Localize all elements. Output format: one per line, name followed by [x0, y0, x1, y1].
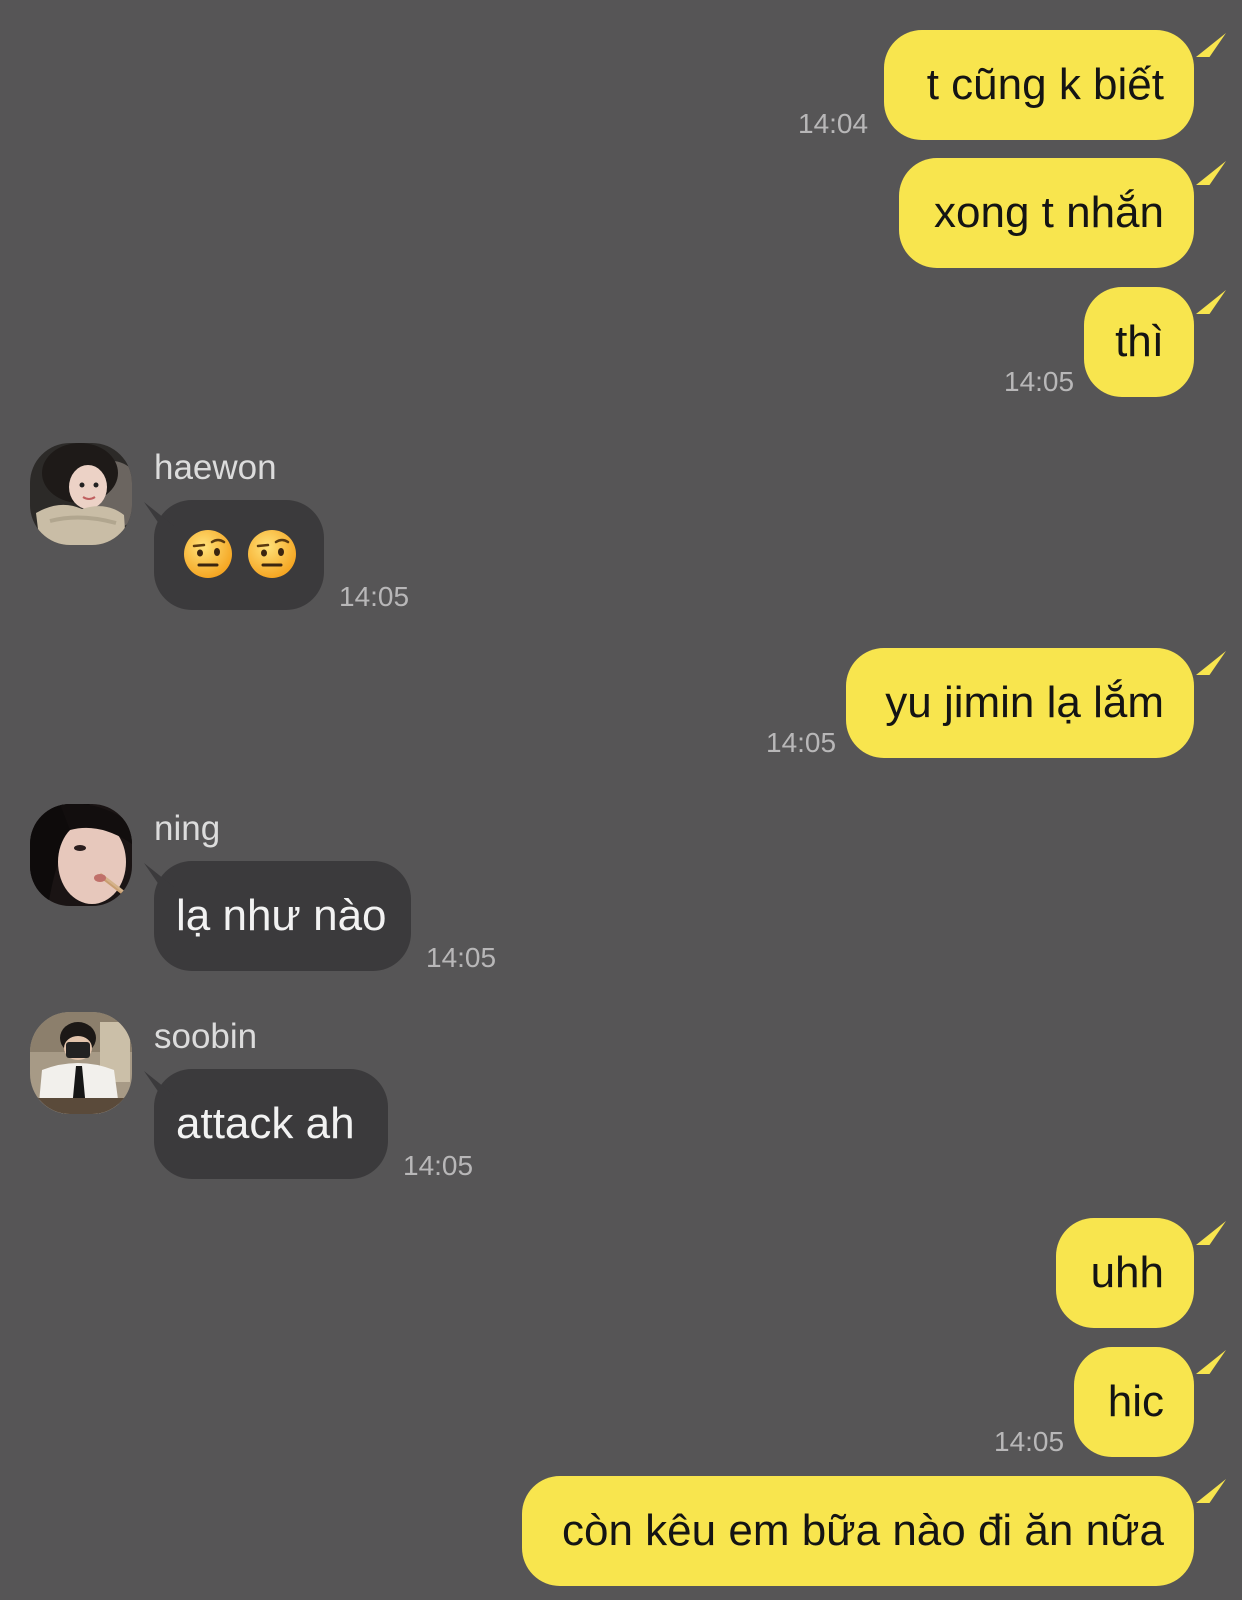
bubble-tail	[1196, 651, 1226, 675]
avatar-ning[interactable]	[30, 804, 132, 906]
message-timestamp: 14:05	[994, 1426, 1065, 1457]
bubble-tail	[1196, 33, 1226, 57]
message-text: attack ah	[176, 1099, 355, 1148]
message-text: thì	[1115, 317, 1164, 366]
message-text: hic	[1107, 1377, 1164, 1426]
message-text: t cũng k biết	[926, 60, 1164, 109]
bubble-tail	[1196, 290, 1226, 314]
face-with-raised-eyebrow-icon	[248, 530, 296, 579]
my-message-bubble[interactable]: t cũng k biết	[884, 30, 1194, 140]
bubble-tail	[1196, 161, 1226, 185]
message-timestamp: 14:05	[339, 581, 410, 612]
their-message-bubble[interactable]	[154, 500, 324, 610]
message-timestamp: 14:05	[403, 1150, 474, 1181]
my-message-bubble[interactable]: xong t nhắn	[899, 158, 1194, 268]
avatar-soobin[interactable]	[30, 1012, 132, 1114]
haewon-photo-icon	[30, 443, 132, 545]
avatar-haewon[interactable]	[30, 443, 132, 545]
message-timestamp: 14:04	[798, 108, 869, 139]
message-timestamp: 14:05	[1004, 366, 1075, 397]
bubble-tail	[1196, 1479, 1226, 1503]
chat-thread[interactable]: t cũng k biết 14:04 xong t nhắn thì 14:0…	[0, 0, 1242, 1600]
message-timestamp: 14:05	[426, 942, 497, 973]
my-message-bubble[interactable]: yu jimin lạ lắm	[846, 648, 1194, 758]
ning-photo-icon	[30, 804, 132, 906]
my-message-bubble[interactable]: còn kêu em bữa nào đi ăn nữa	[522, 1476, 1194, 1586]
message-text: yu jimin lạ lắm	[885, 678, 1164, 727]
bubble-tail	[1196, 1350, 1226, 1374]
message-text: uhh	[1090, 1248, 1164, 1297]
sender-name: soobin	[154, 1017, 258, 1056]
message-text: lạ như nào	[176, 891, 387, 940]
my-message-bubble[interactable]: uhh	[1056, 1218, 1194, 1328]
their-message-bubble[interactable]: lạ như nào	[154, 861, 411, 971]
message-text: còn kêu em bữa nào đi ăn nữa	[562, 1506, 1164, 1555]
sender-name: haewon	[154, 448, 277, 487]
soobin-photo-icon	[30, 1012, 132, 1114]
bubble-tail	[1196, 1221, 1226, 1245]
message-text: xong t nhắn	[934, 188, 1164, 237]
their-message-bubble[interactable]: attack ah	[154, 1069, 388, 1179]
my-message-bubble[interactable]: thì	[1084, 287, 1194, 397]
face-with-raised-eyebrow-icon	[184, 530, 232, 579]
message-timestamp: 14:05	[766, 727, 837, 758]
sender-name: ning	[154, 809, 221, 848]
my-message-bubble[interactable]: hic	[1074, 1347, 1194, 1457]
